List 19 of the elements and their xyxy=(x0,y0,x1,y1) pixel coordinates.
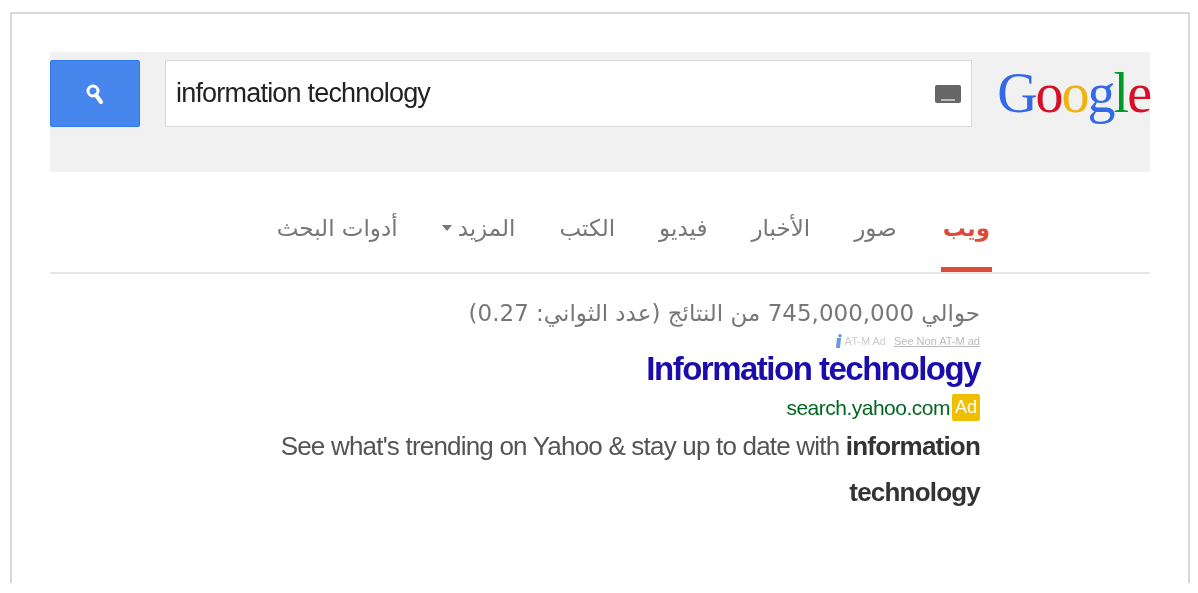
search-tab[interactable]: صور xyxy=(854,215,897,272)
result-snippet: See what's trending on Yahoo & stay up to date with information technology xyxy=(279,430,980,509)
search-field[interactable]: information technology xyxy=(165,60,973,127)
search-button[interactable] xyxy=(50,60,140,127)
result-url: search.yahoo.com xyxy=(786,395,950,420)
google-logo[interactable]: Google xyxy=(997,60,1150,127)
search-icon xyxy=(86,83,104,104)
caret-icon xyxy=(441,225,452,231)
search-tab[interactable]: فيديو xyxy=(659,215,708,272)
search-tab[interactable]: أدوات البحث xyxy=(276,215,398,272)
search-tab[interactable]: الكتب xyxy=(559,215,616,272)
ad-badge: Ad xyxy=(951,394,980,421)
keyboard-icon[interactable] xyxy=(935,84,962,103)
search-tab[interactable]: الأخبار xyxy=(751,215,811,272)
search-tab[interactable]: ويب xyxy=(940,215,992,272)
info-icon[interactable] xyxy=(834,334,843,348)
search-tab[interactable]: المزيد xyxy=(441,215,516,272)
result-stats: حوالي 745,000,000 من النتائج (عدد الثواني: 0.27) xyxy=(468,300,980,326)
result-title[interactable]: Information technology xyxy=(646,350,980,388)
